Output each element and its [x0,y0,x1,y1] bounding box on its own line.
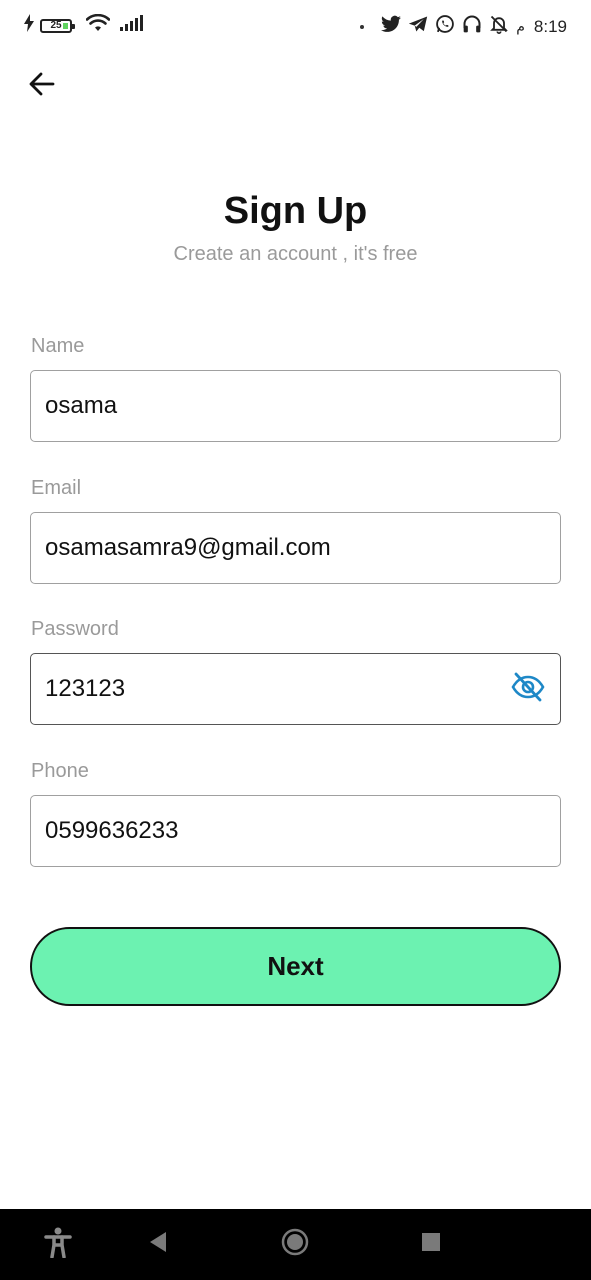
accessibility-icon [43,1226,73,1263]
phone-input-value[interactable]: 0599636233 [45,817,546,845]
email-input-value[interactable]: osamasamra9@gmail.com [45,534,546,562]
next-button[interactable]: Next [30,927,561,1006]
name-label: Name [31,335,85,357]
whatsapp-icon [435,14,455,39]
phone-label: Phone [31,760,89,782]
telegram-icon [408,15,428,38]
status-time: 8:19 [533,16,567,36]
home-circle-icon [280,1227,310,1262]
page-title: Sign Up [223,190,368,232]
signal-icon [120,15,146,36]
system-navigation-bar [0,1209,591,1280]
headphones-icon [462,14,482,39]
status-bar: 25 م 8:19 [0,0,591,54]
back-button[interactable] [24,68,60,104]
twitter-icon [381,15,402,38]
password-input-value[interactable]: 123123 [45,675,510,703]
notifications-muted-icon [489,14,509,39]
nav-recents-button[interactable] [413,1226,449,1262]
charging-icon [24,14,34,37]
accessibility-button[interactable] [40,1226,76,1262]
battery-icon: 25 [40,18,75,33]
name-field[interactable]: osama [30,370,561,442]
am-pm-indicator: م [516,18,525,34]
page-subtitle: Create an account , it's free [173,243,418,265]
phone-field[interactable]: 0599636233 [30,795,561,867]
battery-level: 25 [50,20,62,31]
square-recents-icon [421,1232,441,1257]
notification-dot-icon [360,24,365,29]
password-label: Password [31,618,119,640]
triangle-back-icon [148,1231,168,1258]
email-field[interactable]: osamasamra9@gmail.com [30,512,561,584]
password-visibility-toggle[interactable] [510,671,546,707]
wifi-icon [85,13,111,37]
email-label: Email [31,477,82,499]
nav-back-button[interactable] [140,1226,176,1262]
status-right: م 8:19 [360,14,567,39]
arrow-left-icon [28,70,56,103]
name-input-value[interactable]: osama [45,392,546,420]
password-field[interactable]: 123123 [30,653,561,725]
status-left: 25 [24,13,146,37]
eye-off-icon [511,672,545,707]
nav-home-button[interactable] [277,1226,313,1262]
